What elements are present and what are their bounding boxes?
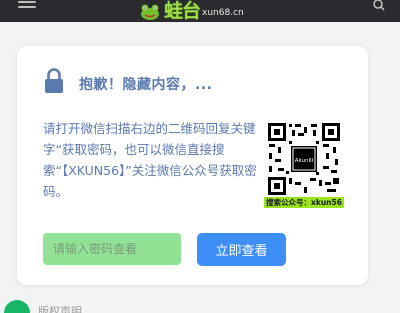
logo-domain: xun68.cn bbox=[202, 8, 244, 18]
top-navigation-bar: 蛙台 xun68.cn bbox=[0, 0, 400, 22]
hidden-content-card: 抱歉！隐藏内容，... 请打开微信扫描右边的二维码回复关键字“获取密码，也可以微… bbox=[17, 46, 368, 285]
card-description: 请打开微信扫描右边的二维码回复关键字“获取密码，也可以微信直接搜索“【XKUN5… bbox=[43, 121, 257, 199]
frog-mascot-icon bbox=[141, 4, 159, 20]
logo-text: 蛙台 bbox=[164, 0, 201, 22]
qr-caption: 搜索公众号：xkun56 bbox=[264, 197, 344, 208]
search-icon[interactable] bbox=[372, 0, 386, 12]
view-now-button[interactable]: 立即查看 bbox=[197, 233, 286, 266]
password-input[interactable] bbox=[43, 233, 181, 265]
floating-action-button[interactable] bbox=[4, 300, 30, 313]
lock-icon bbox=[45, 68, 63, 93]
wechat-qr-code: AkunIII bbox=[267, 122, 341, 196]
copyright-section-label: 版权声明 bbox=[38, 305, 82, 313]
card-title: 抱歉！隐藏内容，... bbox=[79, 77, 213, 93]
hamburger-menu-icon[interactable] bbox=[18, 1, 36, 11]
qr-center-label: AkunIII bbox=[295, 158, 314, 164]
site-logo[interactable]: 蛙台 xun68.cn bbox=[138, 0, 244, 22]
